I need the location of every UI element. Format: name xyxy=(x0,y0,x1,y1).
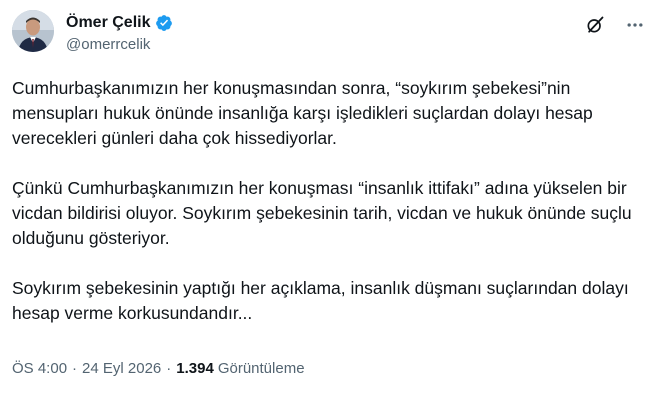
avatar-image xyxy=(12,10,54,52)
author-handle[interactable]: @omerrcelik xyxy=(66,36,173,53)
tweet-paragraph-3: Soykırım şebekesinin yaptığı her açıklam… xyxy=(12,278,629,323)
views-label: Görüntüleme xyxy=(217,360,305,377)
author-display-name[interactable]: Ömer Çelik xyxy=(66,14,150,32)
tweet-date[interactable]: 24 Eyl 2026 xyxy=(82,360,161,377)
tweet-meta: ÖS 4:00 · 24 Eyl 2026 · 1.394 Görüntülem… xyxy=(12,360,305,377)
meta-separator: · xyxy=(72,360,78,377)
tweet-header: Ömer Çelik @omerrcelik xyxy=(12,10,646,60)
views-count[interactable]: 1.394 xyxy=(176,360,214,377)
verified-badge-icon xyxy=(155,14,173,32)
tweet-paragraph-1: Cumhurbaşkanımızın her konuşmasından son… xyxy=(12,78,593,148)
header-actions xyxy=(584,14,646,36)
author-info: Ömer Çelik @omerrcelik xyxy=(66,12,173,53)
tweet-time[interactable]: ÖS 4:00 xyxy=(12,360,67,377)
author-name-row: Ömer Çelik xyxy=(66,12,173,34)
avatar[interactable] xyxy=(12,10,54,52)
tweet-paragraph-2: Çünkü Cumhurbaşkanımızın her konuşması “… xyxy=(12,178,632,248)
tweet-text: Cumhurbaşkanımızın her konuşmasından son… xyxy=(12,76,646,351)
meta-separator-2: · xyxy=(166,360,172,377)
tweet-card: Ömer Çelik @omerrcelik Cumhurbaşkanımızı… xyxy=(0,0,658,410)
grok-slash-icon[interactable] xyxy=(584,14,606,36)
more-options-icon[interactable] xyxy=(624,14,646,36)
